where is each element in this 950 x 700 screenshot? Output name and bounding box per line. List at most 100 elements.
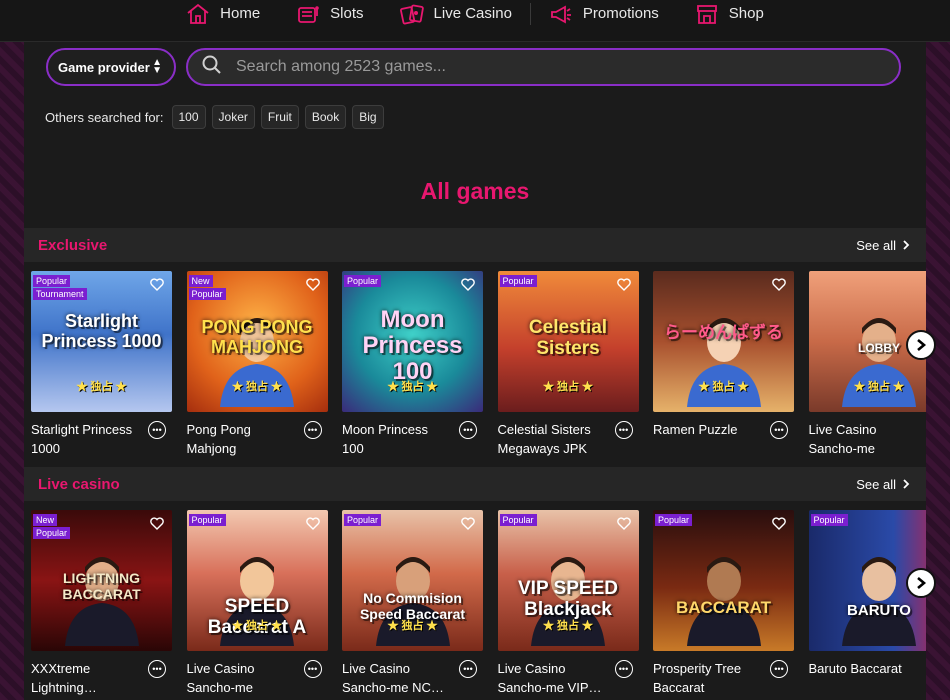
game-art-subtitle: ★ 独占 ★ xyxy=(231,381,283,393)
game-card[interactable]: No Commision Speed Baccarat ★ 独占 ★ Popular… xyxy=(342,510,483,697)
favorite-heart-icon[interactable] xyxy=(305,517,320,530)
game-thumbnail[interactable]: LIGHTNING BACCARAT New Popular xyxy=(31,510,172,651)
game-name[interactable]: Ramen Puzzle xyxy=(653,420,763,439)
game-name[interactable]: Celestial Sisters Megaways JPK xyxy=(498,420,608,458)
game-name[interactable]: Prosperity Tree Baccarat xyxy=(653,659,763,697)
game-name[interactable]: Live Casino Sancho-me xyxy=(809,420,919,458)
game-provider-select[interactable]: Game provider ▲ ▼ xyxy=(46,48,176,86)
game-card[interactable]: Celestial Sisters ★ 独占 ★ Popular Celestial … xyxy=(497,271,639,458)
game-card[interactable]: Moon Princess 100 ★ 独占 ★ Popular Moon Princ… xyxy=(342,271,483,458)
scroll-right-button[interactable] xyxy=(906,330,936,360)
status-badge: Popular xyxy=(810,514,848,526)
game-thumbnail[interactable]: SPEED Baccarat A ★ 独占 ★ Popular xyxy=(186,510,328,651)
search-chip[interactable]: Book xyxy=(304,105,347,129)
game-card[interactable]: BARUTO Popular Baruto Baccarat ••• xyxy=(808,510,926,678)
game-card[interactable]: PONG PONG MAHJONG ★ 独占 ★ New Popular Pong Po… xyxy=(186,271,328,458)
favorite-heart-icon[interactable] xyxy=(305,278,320,291)
favorite-heart-icon[interactable] xyxy=(461,278,475,291)
game-name[interactable]: Pong Pong Mahjong xyxy=(187,420,297,458)
chevron-right-icon xyxy=(902,238,910,253)
more-options-icon[interactable]: ••• xyxy=(925,660,926,678)
game-name[interactable]: Live Casino Sancho-me VIP… xyxy=(498,659,608,697)
game-name[interactable]: Starlight Princess 1000 xyxy=(31,420,141,458)
game-name[interactable]: Moon Princess 100 xyxy=(342,420,452,458)
game-art-title: PONG PONG MAHJONG xyxy=(201,317,313,357)
more-options-icon[interactable]: ••• xyxy=(770,660,788,678)
game-card[interactable]: BACCARAT Popular Prosperity Tree Baccarat •… xyxy=(653,510,794,697)
chevron-right-icon xyxy=(917,339,927,351)
cards-icon xyxy=(399,3,424,25)
game-thumbnail[interactable]: Moon Princess 100 ★ 独占 ★ Popular xyxy=(342,271,483,412)
status-badge: Tournament xyxy=(33,288,87,300)
game-thumbnail[interactable]: No Commision Speed Baccarat ★ 独占 ★ Popular xyxy=(342,510,483,651)
favorite-heart-icon[interactable] xyxy=(150,278,164,291)
game-name[interactable]: Live Casino Sancho-me Spee… xyxy=(187,659,297,700)
game-name[interactable]: XXXtreme Lightning… xyxy=(31,659,141,697)
status-badge: New xyxy=(33,514,58,526)
dealer-figure xyxy=(834,312,924,412)
badge-group: Popular xyxy=(344,514,382,526)
page-title: All games xyxy=(420,178,530,204)
search-chip[interactable]: Joker xyxy=(211,105,255,129)
nav-label-slots: Slots xyxy=(330,5,364,22)
search-chip[interactable]: 100 xyxy=(171,105,206,129)
game-card[interactable]: SPEED Baccarat A ★ 独占 ★ Popular Live Casino… xyxy=(186,510,328,700)
see-all-link[interactable]: See all xyxy=(856,238,910,253)
status-badge: Popular xyxy=(33,527,71,539)
game-name[interactable]: Live Casino Sancho-me NC… xyxy=(342,659,452,697)
search-chip[interactable]: Big xyxy=(352,105,384,129)
more-options-icon[interactable]: ••• xyxy=(925,421,926,439)
game-thumbnail[interactable]: PONG PONG MAHJONG ★ 独占 ★ New Popular xyxy=(186,271,328,412)
background-pattern-left xyxy=(0,0,24,700)
sort-caret-icon: ▲ ▼ xyxy=(152,57,162,76)
more-options-icon[interactable]: ••• xyxy=(459,421,477,439)
game-row-live-casino: LIGHTNING BACCARAT New Popular XXXtreme Lig… xyxy=(24,510,926,700)
nav-item-slots[interactable]: Slots xyxy=(278,0,381,28)
game-name[interactable]: Baruto Baccarat xyxy=(809,659,919,678)
nav-label-live-casino: Live Casino xyxy=(433,5,512,22)
favorite-heart-icon[interactable] xyxy=(772,517,786,530)
favorite-heart-icon[interactable] xyxy=(772,278,786,291)
game-thumbnail[interactable]: Starlight Princess 1000 ★ 独占 ★ Popular Tour… xyxy=(31,271,172,412)
slots-icon xyxy=(296,3,320,25)
game-row-exclusive: Starlight Princess 1000 ★ 独占 ★ Popular Tour… xyxy=(24,271,926,471)
favorite-heart-icon[interactable] xyxy=(461,517,475,530)
more-options-icon[interactable]: ••• xyxy=(614,421,633,439)
more-options-icon[interactable]: ••• xyxy=(770,421,788,439)
game-thumbnail[interactable]: らーめんぱずる ★ 独占 ★ xyxy=(653,271,794,412)
more-options-icon[interactable]: ••• xyxy=(148,421,166,439)
nav-item-home[interactable]: Home xyxy=(168,0,278,28)
nav-item-live-casino[interactable]: Live Casino xyxy=(382,0,530,28)
more-options-icon[interactable]: ••• xyxy=(614,660,633,678)
game-card[interactable]: LIGHTNING BACCARAT New Popular XXXtreme Lig… xyxy=(31,510,172,697)
see-all-link[interactable]: See all xyxy=(856,477,910,492)
favorite-heart-icon[interactable] xyxy=(616,517,631,530)
more-options-icon[interactable]: ••• xyxy=(303,660,322,678)
game-card[interactable]: VIP SPEED Blackjack ★ 独占 ★ Popular Live Cas… xyxy=(497,510,639,697)
status-badge: Popular xyxy=(188,288,226,300)
top-navigation: Home Slots Live Casino Promotions Shop xyxy=(0,0,950,42)
badge-group: Popular xyxy=(810,514,848,526)
game-card[interactable]: LOBBY★ 独占 ★Live Casino Sancho-me••• xyxy=(808,271,926,458)
badge-group: Popular xyxy=(499,514,537,526)
scroll-right-button[interactable] xyxy=(906,568,936,598)
badge-group: Popular Tournament xyxy=(33,275,87,300)
favorite-heart-icon[interactable] xyxy=(150,517,164,530)
game-thumbnail[interactable]: BACCARAT Popular xyxy=(653,510,794,651)
game-art-title: Starlight Princess 1000 xyxy=(41,311,162,351)
game-thumbnail[interactable]: Celestial Sisters ★ 独占 ★ Popular xyxy=(497,271,639,412)
search-chip[interactable]: Fruit xyxy=(260,105,299,129)
game-thumbnail[interactable]: VIP SPEED Blackjack ★ 独占 ★ Popular xyxy=(497,510,639,651)
see-all-label: See all xyxy=(856,237,896,253)
favorite-heart-icon[interactable] xyxy=(616,278,631,291)
more-options-icon[interactable]: ••• xyxy=(303,421,322,439)
nav-item-shop[interactable]: Shop xyxy=(677,0,782,28)
game-art-subtitle: ★ 独占 ★ xyxy=(542,620,594,632)
badge-group: New Popular xyxy=(33,514,71,539)
more-options-icon[interactable]: ••• xyxy=(148,660,166,678)
nav-item-promotions[interactable]: Promotions xyxy=(531,0,677,28)
game-card[interactable]: Starlight Princess 1000 ★ 独占 ★ Popular Tour… xyxy=(31,271,172,458)
game-card[interactable]: らーめんぱずる ★ 独占 ★ Ramen Puzzle ••• xyxy=(653,271,794,439)
search-input[interactable] xyxy=(236,58,836,76)
more-options-icon[interactable]: ••• xyxy=(459,660,477,678)
